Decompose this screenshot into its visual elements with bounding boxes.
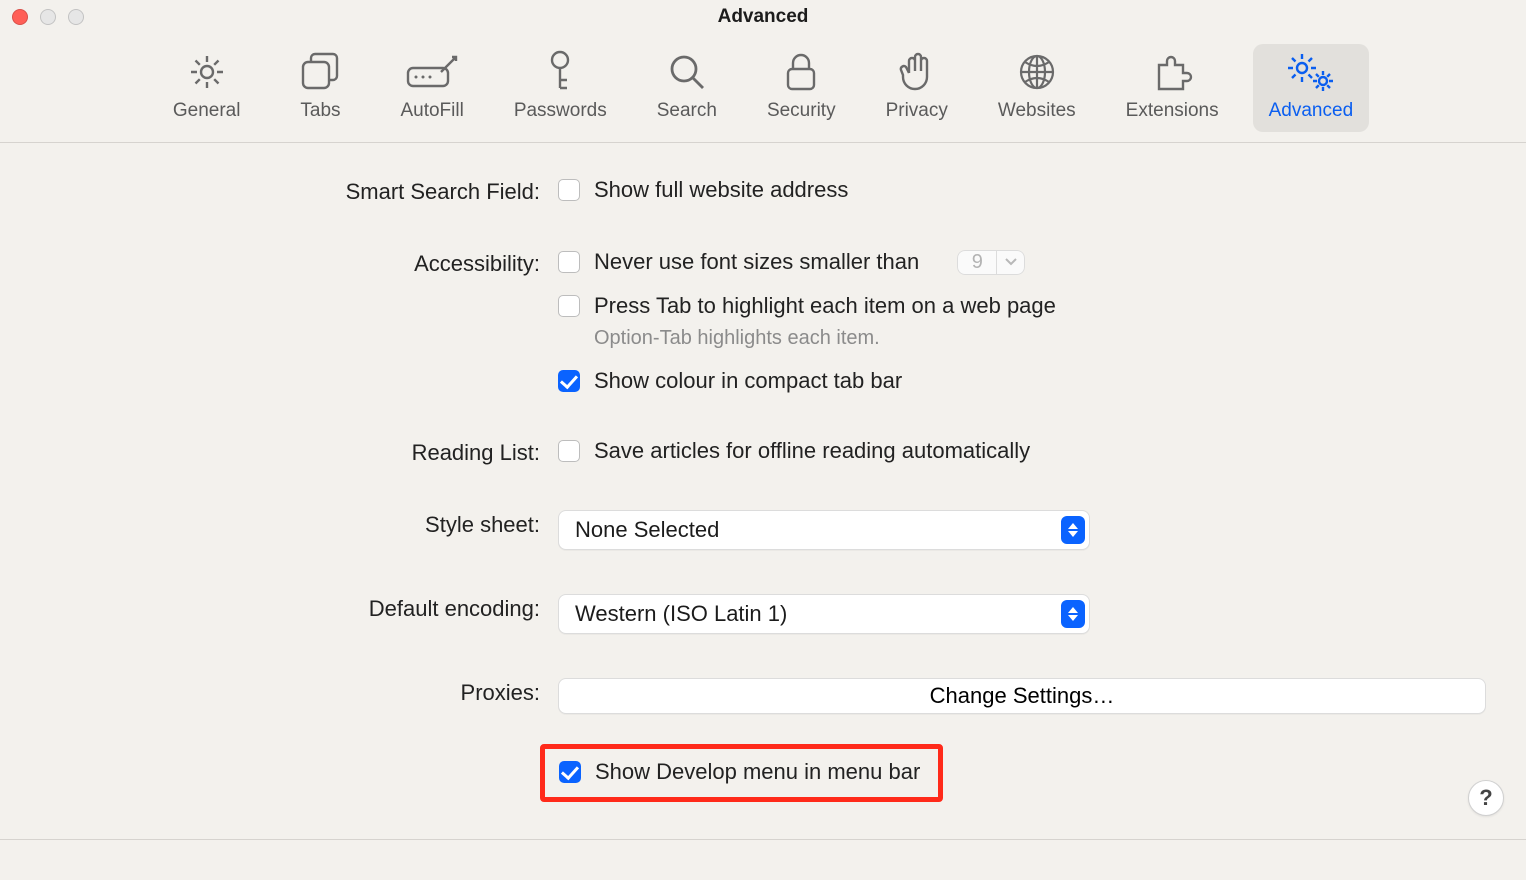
tab-privacy[interactable]: Privacy <box>870 44 964 132</box>
checkbox-min-font-size[interactable] <box>558 251 580 273</box>
label-reading-list: Reading List: <box>40 438 540 466</box>
stepper-icon <box>1061 600 1085 628</box>
tab-label: Tabs <box>300 100 340 122</box>
tab-autofill[interactable]: AutoFill <box>384 44 479 132</box>
tab-label: Advanced <box>1269 100 1354 122</box>
min-font-size-stepper[interactable]: 9 <box>957 250 1025 275</box>
autofill-icon <box>406 52 458 92</box>
search-icon <box>667 52 707 92</box>
window-title: Advanced <box>0 6 1526 28</box>
select-default-encoding[interactable]: Western (ISO Latin 1) <box>558 594 1090 634</box>
checkbox-label: Press Tab to highlight each item on a we… <box>594 293 1056 319</box>
select-style-sheet[interactable]: None Selected <box>558 510 1090 550</box>
tab-advanced[interactable]: Advanced <box>1253 44 1370 132</box>
puzzle-icon <box>1151 52 1193 92</box>
key-icon <box>545 52 575 92</box>
tab-label: AutoFill <box>400 100 463 122</box>
tab-passwords[interactable]: Passwords <box>498 44 623 132</box>
change-settings-button[interactable]: Change Settings… <box>558 678 1486 714</box>
checkbox-label: Show full website address <box>594 177 848 203</box>
globe-icon <box>1017 52 1057 92</box>
bottom-divider <box>0 839 1526 840</box>
highlight-develop-menu: Show Develop menu in menu bar <box>540 744 943 802</box>
lock-icon <box>784 52 818 92</box>
titlebar: Advanced <box>0 0 1526 34</box>
help-text-option-tab: Option-Tab highlights each item. <box>558 327 1486 350</box>
checkbox-label: Save articles for offline reading automa… <box>594 438 1030 464</box>
checkbox-label: Show Develop menu in menu bar <box>595 759 920 785</box>
tab-websites[interactable]: Websites <box>982 44 1092 132</box>
chevron-down-icon[interactable] <box>997 250 1025 275</box>
stepper-icon <box>1061 516 1085 544</box>
advanced-gears-icon <box>1285 52 1337 92</box>
tab-label: Passwords <box>514 100 607 122</box>
hand-icon <box>899 52 935 92</box>
tab-general[interactable]: General <box>157 44 257 132</box>
tab-label: Privacy <box>886 100 948 122</box>
label-proxies: Proxies: <box>40 678 540 706</box>
tab-extensions[interactable]: Extensions <box>1110 44 1235 132</box>
gear-icon <box>187 52 227 92</box>
checkbox-label: Show colour in compact tab bar <box>594 368 902 394</box>
checkbox-tab-highlight[interactable] <box>558 295 580 317</box>
label-style-sheet: Style sheet: <box>40 510 540 538</box>
tab-label: Websites <box>998 100 1076 122</box>
tabs-icon <box>299 52 341 92</box>
traffic-lights <box>12 9 84 25</box>
tab-security[interactable]: Security <box>751 44 852 132</box>
min-font-value: 9 <box>957 250 997 275</box>
checkbox-offline-reading[interactable] <box>558 440 580 462</box>
close-button[interactable] <box>12 9 28 25</box>
checkbox-label: Never use font sizes smaller than <box>594 249 919 275</box>
select-value: None Selected <box>575 517 719 543</box>
tab-label: Security <box>767 100 836 122</box>
minimize-button[interactable] <box>40 9 56 25</box>
select-value: Western (ISO Latin 1) <box>575 601 787 627</box>
tab-label: General <box>173 100 241 122</box>
label-default-encoding: Default encoding: <box>40 594 540 622</box>
tab-search[interactable]: Search <box>641 44 733 132</box>
maximize-button[interactable] <box>68 9 84 25</box>
preferences-toolbar: General Tabs AutoFill <box>0 34 1526 143</box>
checkbox-compact-colour[interactable] <box>558 370 580 392</box>
help-button[interactable]: ? <box>1468 780 1504 816</box>
tab-tabs[interactable]: Tabs <box>274 44 366 132</box>
tab-label: Extensions <box>1126 100 1219 122</box>
checkbox-show-full-address[interactable] <box>558 179 580 201</box>
tab-label: Search <box>657 100 717 122</box>
content-form: Smart Search Field: Show full website ad… <box>0 143 1526 822</box>
label-accessibility: Accessibility: <box>40 249 540 277</box>
label-smart-search: Smart Search Field: <box>40 177 540 205</box>
checkbox-develop-menu[interactable] <box>559 761 581 783</box>
